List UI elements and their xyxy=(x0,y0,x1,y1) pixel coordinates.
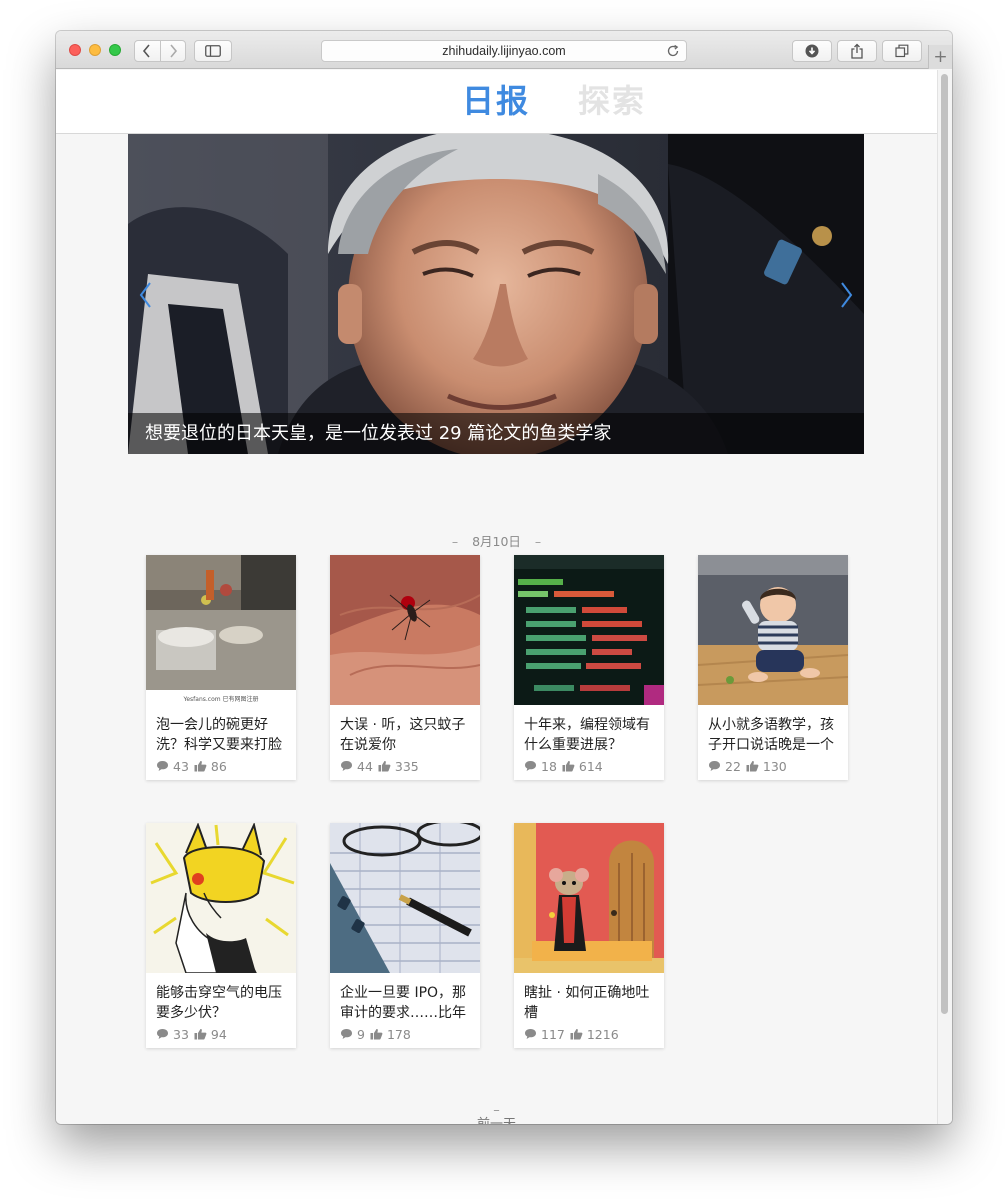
share-icon xyxy=(851,43,863,59)
minimize-window-button[interactable] xyxy=(89,44,101,56)
top-nav: 日报 探索 xyxy=(56,70,937,134)
carousel-prev-icon[interactable] xyxy=(136,280,156,310)
story-title: 企业一旦要 IPO，那审计的要求……比年 xyxy=(340,985,467,1021)
thumb-watermark: Yesfans.com 已有网图注册 xyxy=(182,695,258,703)
story-thumbnail xyxy=(698,555,848,705)
prev-day-pager[interactable]: – 前一天 – xyxy=(56,1103,937,1124)
history-nav-group xyxy=(134,40,186,62)
new-tab-button[interactable]: + xyxy=(928,45,952,69)
comment-icon xyxy=(341,1029,352,1039)
comment-icon xyxy=(525,1029,536,1039)
thumbs-up-icon xyxy=(194,760,207,772)
story-card[interactable]: 能够击穿空气的电压要多少伏？ 33 94 xyxy=(146,823,296,1048)
story-thumbnail xyxy=(330,555,480,705)
like-count: 86 xyxy=(210,758,227,774)
story-thumbnail xyxy=(146,823,296,973)
back-button[interactable] xyxy=(135,41,160,61)
tabs-icon xyxy=(895,44,909,58)
date-label: 8月10日 xyxy=(472,534,521,549)
scrollbar-thumb[interactable] xyxy=(941,74,948,1014)
browser-window: zhihudaily.lijinyao.com + 日报 探索 想要退位的日本天… xyxy=(56,31,952,1124)
story-meta: 44 335 xyxy=(340,758,419,774)
story-meta: 117 1216 xyxy=(524,1026,619,1042)
story-title: 泡一会儿的碗更好洗？科学又要来打脸 xyxy=(156,717,282,753)
story-card[interactable]: 从小就多语教学，孩子开口说话晚是一个 22 130 xyxy=(698,555,848,780)
thumbs-up-icon xyxy=(370,1028,383,1040)
date-dash-right: – xyxy=(534,534,542,549)
show-tabs-button[interactable] xyxy=(882,40,922,62)
thumbs-up-icon xyxy=(194,1028,207,1040)
story-title: 大误 · 听，这只蚊子在说爱你 xyxy=(340,717,466,753)
story-title: 能够击穿空气的电压要多少伏？ xyxy=(156,985,282,1021)
thumbs-up-icon xyxy=(746,760,759,772)
chevron-right-icon xyxy=(170,44,178,58)
nav-daily-tab[interactable]: 日报 xyxy=(462,79,530,123)
comment-icon xyxy=(341,761,352,771)
comment-icon xyxy=(157,1029,168,1039)
story-card[interactable]: 十年来，编程领域有什么重要进展？ 18 614 xyxy=(514,555,664,780)
like-count: 94 xyxy=(210,1026,227,1042)
story-card[interactable]: Yesfans.com 已有网图注册 泡一会儿的碗更好洗？科学又要来打脸 43 8… xyxy=(146,555,296,780)
banner-photo xyxy=(128,134,864,454)
comment-icon xyxy=(709,761,720,771)
reload-icon[interactable] xyxy=(666,44,680,58)
story-meta: 18 614 xyxy=(524,758,603,774)
sidebar-icon xyxy=(205,45,221,57)
story-title: 从小就多语教学，孩子开口说话晚是一个 xyxy=(708,717,834,753)
thumbs-up-icon xyxy=(378,760,391,772)
pager-dash-top: – xyxy=(493,1103,500,1118)
like-count: 614 xyxy=(578,758,603,774)
downloads-button[interactable] xyxy=(792,40,832,62)
story-title: 十年来，编程领域有什么重要进展？ xyxy=(524,717,650,753)
comment-count: 9 xyxy=(357,1026,365,1042)
browser-toolbar: zhihudaily.lijinyao.com + xyxy=(56,31,952,69)
like-count: 335 xyxy=(394,758,419,774)
story-thumbnail xyxy=(514,555,664,705)
date-dash-left: – xyxy=(451,534,459,549)
download-icon xyxy=(805,44,819,58)
comment-count: 44 xyxy=(357,758,373,774)
comment-icon xyxy=(525,761,536,771)
comment-count: 43 xyxy=(173,758,189,774)
like-count: 178 xyxy=(386,1026,411,1042)
nav-explore-tab[interactable]: 探索 xyxy=(578,79,646,123)
story-title: 瞎扯 · 如何正确地吐槽 xyxy=(524,985,650,1021)
date-header: –8月10日 – xyxy=(56,531,937,550)
story-card[interactable]: 大误 · 听，这只蚊子在说爱你 44 335 xyxy=(330,555,480,780)
like-count: 130 xyxy=(762,758,787,774)
comment-count: 18 xyxy=(541,758,557,774)
forward-button[interactable] xyxy=(159,41,185,61)
comment-count: 117 xyxy=(541,1026,565,1042)
story-thumbnail: Yesfans.com 已有网图注册 xyxy=(146,555,296,705)
zoom-window-button[interactable] xyxy=(109,44,121,56)
story-thumbnail xyxy=(330,823,480,973)
top-story-carousel[interactable]: 想要退位的日本天皇，是一位发表过 29 篇论文的鱼类学家 xyxy=(128,134,864,454)
story-meta: 43 86 xyxy=(156,758,227,774)
thumbs-up-icon xyxy=(562,760,575,772)
comment-count: 22 xyxy=(725,758,741,774)
prev-day-link[interactable]: 前一天 xyxy=(56,1116,937,1124)
carousel-next-icon[interactable] xyxy=(836,280,856,310)
address-bar[interactable]: zhihudaily.lijinyao.com xyxy=(321,40,687,62)
story-card[interactable]: 瞎扯 · 如何正确地吐槽 117 1216 xyxy=(514,823,664,1048)
story-thumbnail xyxy=(514,823,664,973)
thumbs-up-icon xyxy=(570,1028,583,1040)
address-url: zhihudaily.lijinyao.com xyxy=(442,44,566,58)
chevron-left-icon xyxy=(143,44,151,58)
like-count: 1216 xyxy=(586,1026,619,1042)
sidebar-toggle-button[interactable] xyxy=(194,40,232,62)
share-button[interactable] xyxy=(837,40,877,62)
story-meta: 22 130 xyxy=(708,758,787,774)
comment-icon xyxy=(157,761,168,771)
story-meta: 33 94 xyxy=(156,1026,227,1042)
top-story-caption[interactable]: 想要退位的日本天皇，是一位发表过 29 篇论文的鱼类学家 xyxy=(128,413,864,454)
close-window-button[interactable] xyxy=(69,44,81,56)
comment-count: 33 xyxy=(173,1026,189,1042)
story-card[interactable]: 企业一旦要 IPO，那审计的要求……比年 9 178 xyxy=(330,823,480,1048)
story-meta: 9 178 xyxy=(340,1026,411,1042)
page-content: 日报 探索 想要退位的日本天皇，是一位发表过 29 篇论文的鱼类学家 – 8月1… xyxy=(56,70,937,1124)
